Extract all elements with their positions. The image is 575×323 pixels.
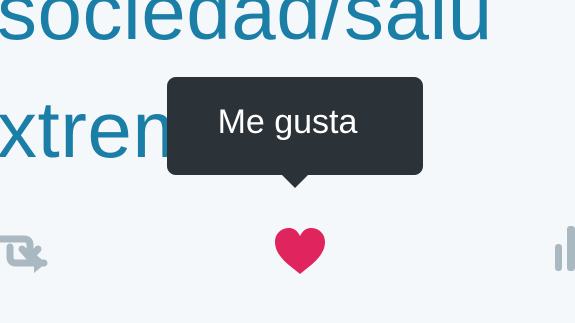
like-button[interactable]	[270, 222, 330, 280]
retweet-button[interactable]	[0, 225, 58, 277]
analytics-button[interactable]	[550, 222, 575, 276]
heart-icon	[275, 228, 325, 274]
tooltip-label: Me gusta	[217, 103, 358, 141]
link-text-line-1[interactable]: sociedad/salu	[0, 0, 493, 52]
bar-chart-icon	[555, 226, 575, 271]
retweet-icon	[0, 235, 48, 273]
tooltip-arrow	[281, 174, 309, 188]
